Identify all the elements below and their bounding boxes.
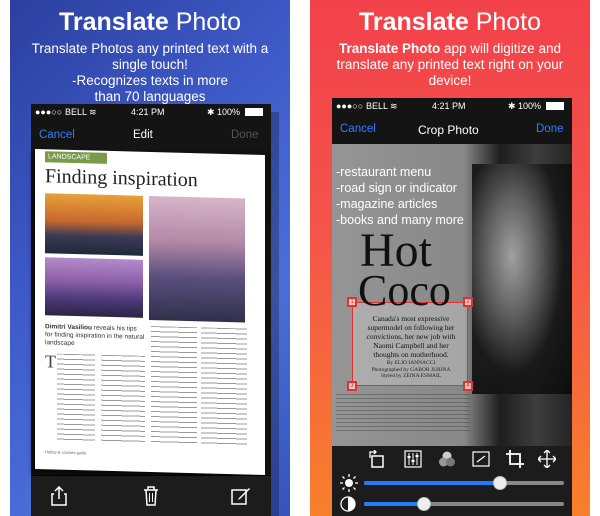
body-column-1 (57, 353, 95, 443)
status-time: 4:21 PM (432, 101, 466, 111)
bluetooth-icon: ✱ (207, 107, 215, 117)
brightness-slider-knob[interactable] (493, 476, 507, 490)
cover-credits: By ELIO IANNACCI Photographed by GABOR J… (371, 360, 451, 379)
landscape-photo-1 (45, 193, 143, 256)
battery-icon (546, 102, 564, 110)
article-title: Finding inspiration (45, 165, 198, 192)
body-column-4 (201, 327, 247, 447)
cover-title-2: Coco (358, 266, 451, 315)
brightness-slider-fill (364, 481, 500, 485)
battery-icon (245, 108, 263, 116)
feature-list: -restaurant menu -road sign or indicator… (336, 165, 464, 227)
carrier: BELL (366, 101, 389, 111)
wifi-icon: ≋ (390, 101, 398, 111)
contrast-icon (340, 496, 356, 512)
bluetooth-icon: ✱ (508, 101, 516, 111)
contrast-slider-fill (364, 502, 424, 506)
edit-icon[interactable] (231, 486, 251, 506)
nav-title: Edit (133, 129, 153, 141)
description: Translate Photo app will digitize and tr… (336, 41, 564, 88)
aspect-icon[interactable] (472, 450, 490, 468)
crop-handle-top-right[interactable]: 2 (463, 297, 473, 307)
crop-handle-bottom-right[interactable]: 4 (463, 381, 473, 391)
article-lede: Dimitri Vasiliou reveals his tips for fi… (45, 323, 145, 348)
sliders-icon[interactable] (404, 450, 422, 468)
brightness-icon (340, 474, 358, 492)
done-button[interactable]: Done (536, 123, 564, 135)
page-footer: Hobby & courses guide (45, 449, 87, 456)
signal-icon: ●●●○○ (336, 101, 364, 111)
trash-icon[interactable] (143, 486, 159, 506)
move-icon[interactable] (538, 450, 556, 468)
phone-screen: ●●●○○ BELL ≋ 4:21 PM ✱ 100% Cancel Edit … (31, 104, 271, 516)
status-bar: ●●●○○ BELL ≋ 4:21 PM ✱ 100% (332, 98, 572, 115)
signal-icon: ●●●○○ (35, 107, 63, 117)
navigation-bar: Cancel Crop Photo Done (332, 115, 572, 144)
crop-icon[interactable] (506, 450, 524, 468)
bottom-toolbar (31, 476, 271, 516)
share-icon[interactable] (51, 486, 67, 506)
headline: Translate Photo (358, 8, 542, 36)
crop-handle-bottom-left[interactable]: 3 (347, 381, 357, 391)
promo-panel-right: Translate Photo Translate Photo app will… (310, 0, 590, 516)
description: Translate Photos any printed text with a… (31, 41, 269, 104)
color-circles-icon[interactable] (438, 450, 456, 468)
headline: Translate Photo (58, 8, 242, 36)
status-time: 4:21 PM (131, 107, 165, 117)
wifi-icon: ≋ (89, 107, 97, 117)
done-button[interactable]: Done (231, 129, 259, 141)
nav-title: Crop Photo (418, 123, 479, 137)
landscape-photo-3 (149, 195, 245, 323)
battery-level: 100% (518, 101, 542, 111)
cancel-button[interactable]: Cancel (340, 123, 376, 135)
edit-panel (332, 446, 572, 516)
cancel-button[interactable]: Cancel (39, 129, 75, 141)
carrier: BELL (65, 107, 88, 117)
photo-preview: LANDSCAPE Finding inspiration Dimitri Va… (31, 148, 271, 476)
crop-area[interactable]: -restaurant menu -road sign or indicator… (332, 144, 572, 446)
rotate-icon[interactable] (368, 450, 386, 468)
battery-level: 100% (217, 107, 241, 117)
landscape-photo-2 (45, 257, 143, 318)
crop-handle-top-left[interactable]: 1 (347, 297, 357, 307)
body-column-2 (101, 354, 145, 444)
cover-caption: Canada's most expressive supermodel on f… (366, 314, 456, 359)
magazine-page: LANDSCAPE Finding inspiration Dimitri Va… (35, 148, 265, 476)
section-tag: LANDSCAPE (45, 151, 107, 164)
status-bar: ●●●○○ BELL ≋ 4:21 PM ✱ 100% (31, 104, 271, 121)
navigation-bar: Cancel Edit Done (31, 121, 271, 150)
cover-body-text (336, 394, 470, 434)
drop-cap: T (45, 351, 56, 372)
promo-panel-left: Translate Photo Translate Photos any pri… (10, 0, 290, 516)
body-column-3 (151, 326, 197, 446)
phone-screen: ●●●○○ BELL ≋ 4:21 PM ✱ 100% Cancel Crop … (332, 98, 572, 516)
contrast-slider-knob[interactable] (417, 497, 431, 511)
